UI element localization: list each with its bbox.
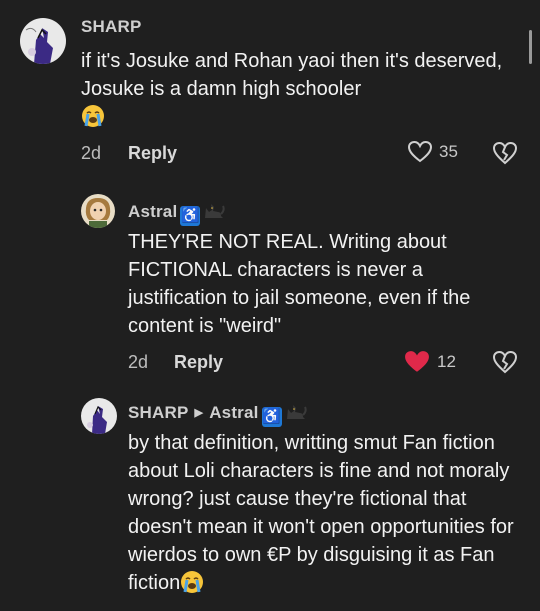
comment-meta: 2d Reply	[81, 143, 177, 164]
comment-username[interactable]: SHARP ▶ Astral ♿	[128, 401, 307, 427]
reply-button[interactable]: Reply	[174, 352, 223, 373]
comment-text-content: if it's Josuke and Rohan yaoi then it's …	[81, 50, 503, 100]
reply-arrow-icon: ▶	[194, 407, 204, 419]
reply-button[interactable]: Reply	[128, 143, 177, 164]
wheelchair-icon: ♿	[180, 206, 201, 226]
loudly-crying-face-emoji	[180, 570, 204, 594]
username-text: SHARP	[128, 403, 189, 422]
username-text: Astral	[128, 202, 178, 221]
comment-text: THEY'RE NOT REAL. Writing about FICTIONA…	[128, 231, 471, 337]
broken-heart-icon	[492, 350, 518, 374]
comment-time: 2d	[81, 143, 102, 163]
comment-meta: 2d Reply	[128, 352, 223, 373]
like-button[interactable]: 35	[408, 141, 458, 163]
dislike-button[interactable]	[492, 141, 518, 170]
comment-username[interactable]: SHARP	[81, 17, 142, 37]
comment-username[interactable]: Astral ♿	[128, 200, 226, 226]
comment-text: by that definition, writting smut Fan fi…	[128, 429, 523, 597]
black-cat-emoji	[285, 401, 307, 426]
avatar[interactable]	[81, 398, 117, 434]
scrollbar[interactable]	[529, 30, 532, 64]
avatar[interactable]	[20, 18, 66, 64]
comment-time: 2d	[128, 352, 149, 372]
like-count: 12	[437, 352, 456, 371]
reply-to-username[interactable]: Astral	[209, 403, 258, 422]
like-button[interactable]: 12	[404, 350, 456, 374]
like-count: 35	[439, 142, 458, 161]
loudly-crying-face-emoji	[81, 104, 105, 128]
avatar[interactable]	[81, 194, 115, 228]
comment-text: if it's Josuke and Rohan yaoi then it's …	[81, 47, 521, 131]
black-cat-emoji	[203, 200, 226, 225]
heart-filled-icon	[405, 351, 429, 372]
wheelchair-icon: ♿	[261, 407, 282, 427]
broken-heart-icon	[492, 141, 518, 165]
dislike-button[interactable]	[492, 350, 518, 379]
heart-outline-icon	[408, 141, 432, 163]
